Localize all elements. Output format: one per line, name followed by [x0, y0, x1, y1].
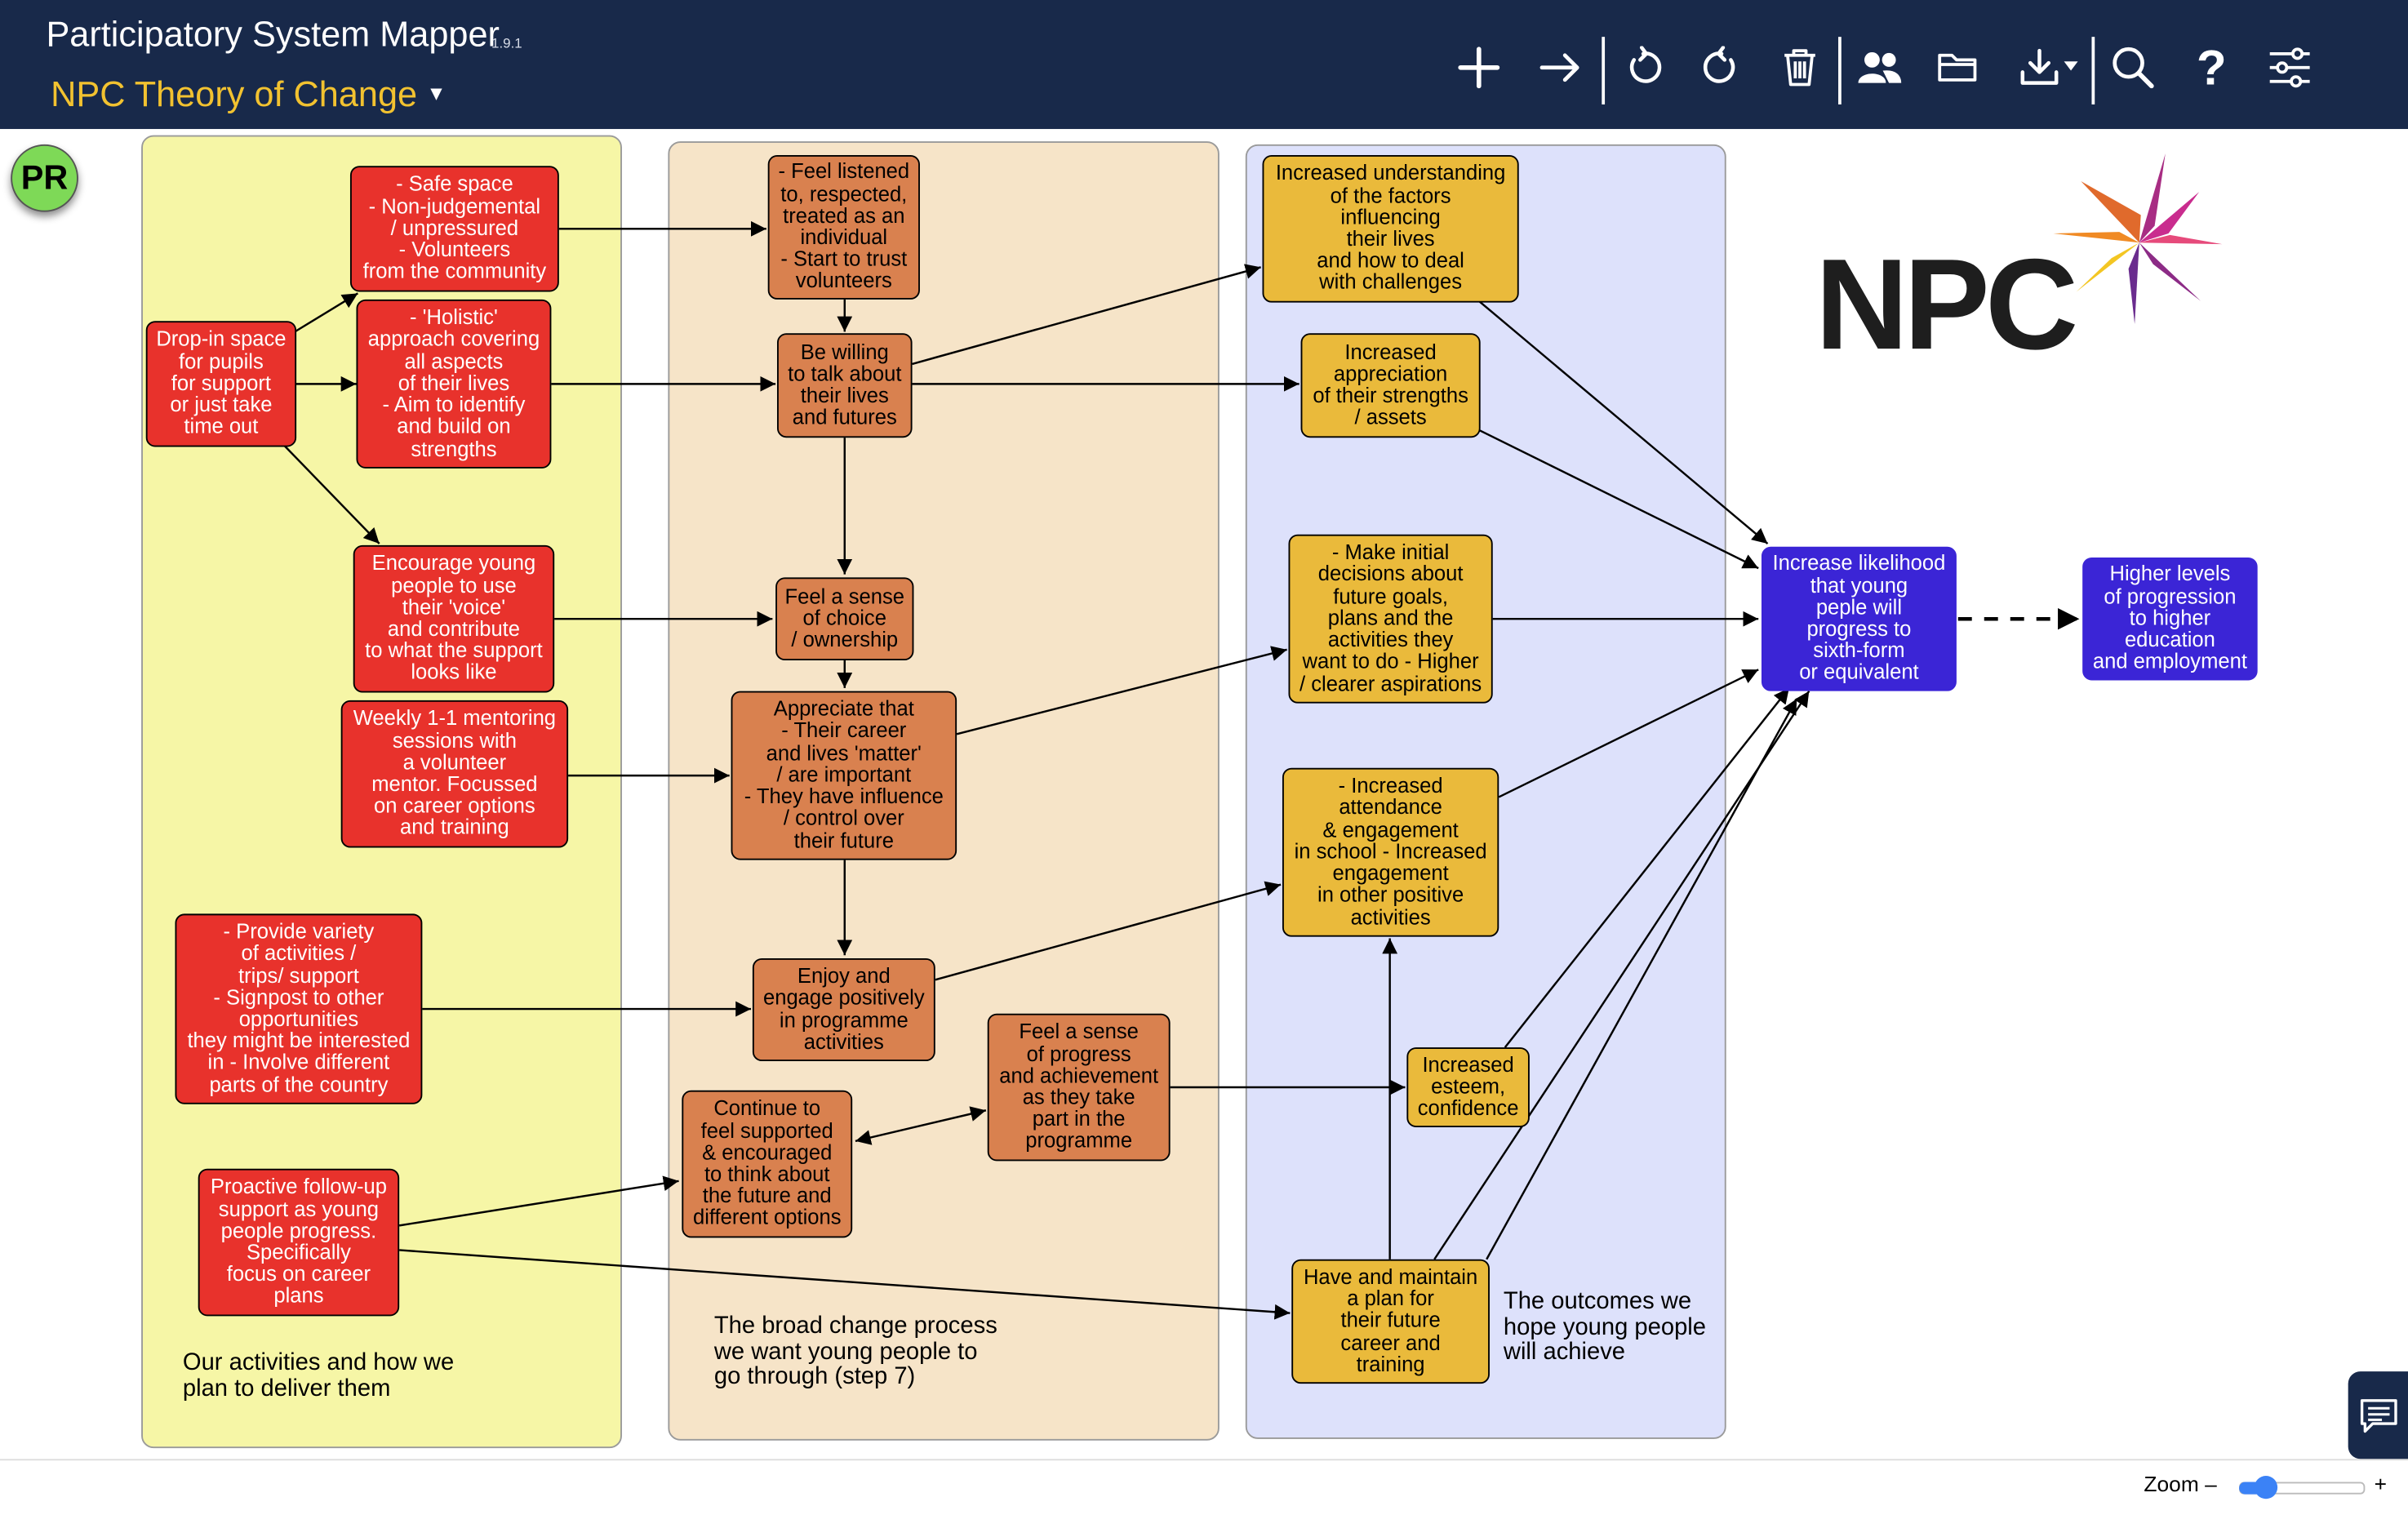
node-increased-understanding[interactable]: Increased understanding of the factors i…	[1262, 155, 1519, 303]
chat-button[interactable]	[2348, 1371, 2408, 1459]
link	[398, 1175, 679, 1227]
node-weekly-mentoring[interactable]: Weekly 1-1 mentoring sessions with a vol…	[340, 700, 569, 848]
link	[855, 1106, 987, 1145]
node-initial-decisions[interactable]: - Make initial decisions about future go…	[1288, 534, 1493, 704]
link	[1486, 698, 1798, 1260]
link	[956, 646, 1287, 735]
node-increased-appreciation[interactable]: Increased appreciation of their strength…	[1300, 333, 1481, 438]
status-bar-divider	[0, 1459, 2408, 1461]
link	[912, 264, 1261, 366]
node-holistic-approach[interactable]: - 'Holistic' approach covering all aspec…	[356, 299, 552, 469]
node-sense-of-choice[interactable]: Feel a sense of choice / ownership	[775, 577, 914, 661]
node-increased-esteem[interactable]: Increased esteem, confidence	[1406, 1047, 1530, 1127]
node-feel-listened[interactable]: - Feel listened to, respected, treated a…	[767, 155, 920, 300]
node-increased-attendance[interactable]: - Increased attendance & engagement in s…	[1282, 767, 1499, 937]
zoom-plus[interactable]: +	[2375, 1471, 2387, 1495]
node-appreciate-that[interactable]: Appreciate that - Their career and lives…	[731, 691, 957, 860]
link	[294, 292, 359, 333]
node-continue-supported[interactable]: Continue to feel supported & encouraged …	[682, 1090, 853, 1238]
link	[935, 881, 1282, 981]
node-safe-space[interactable]: - Safe space - Non-judgemental / unpress…	[349, 166, 559, 292]
node-encourage-voice[interactable]: Encourage young people to use their 'voi…	[353, 544, 555, 693]
chat-icon	[2359, 1398, 2397, 1433]
link	[1498, 669, 1759, 798]
link	[399, 1249, 1291, 1320]
node-enjoy-engage[interactable]: Enjoy and engage positively in programme…	[752, 957, 935, 1062]
node-drop-in-space[interactable]: Drop-in space for pupils for support or …	[145, 321, 297, 447]
node-proactive-follow-up[interactable]: Proactive follow-up support as young peo…	[198, 1168, 400, 1317]
link	[1478, 300, 1769, 544]
node-higher-progression[interactable]: Higher levels of progression to higher e…	[2082, 557, 2258, 681]
node-plan-for-future[interactable]: Have and maintain a plan for their futur…	[1291, 1259, 1490, 1384]
node-be-willing[interactable]: Be willing to talk about their lives and…	[776, 333, 913, 438]
link	[1478, 429, 1759, 570]
link	[1504, 687, 1790, 1048]
zoom-slider-thumb[interactable]	[2254, 1476, 2278, 1499]
node-increase-likelihood[interactable]: Increase likelihood that young peple wil…	[1761, 546, 1957, 691]
node-provide-variety[interactable]: - Provide variety of activities / trips/…	[175, 913, 423, 1104]
node-sense-of-progress[interactable]: Feel a sense of progress and achievement…	[987, 1013, 1171, 1162]
zoom-label: Zoom –	[2144, 1471, 2217, 1496]
